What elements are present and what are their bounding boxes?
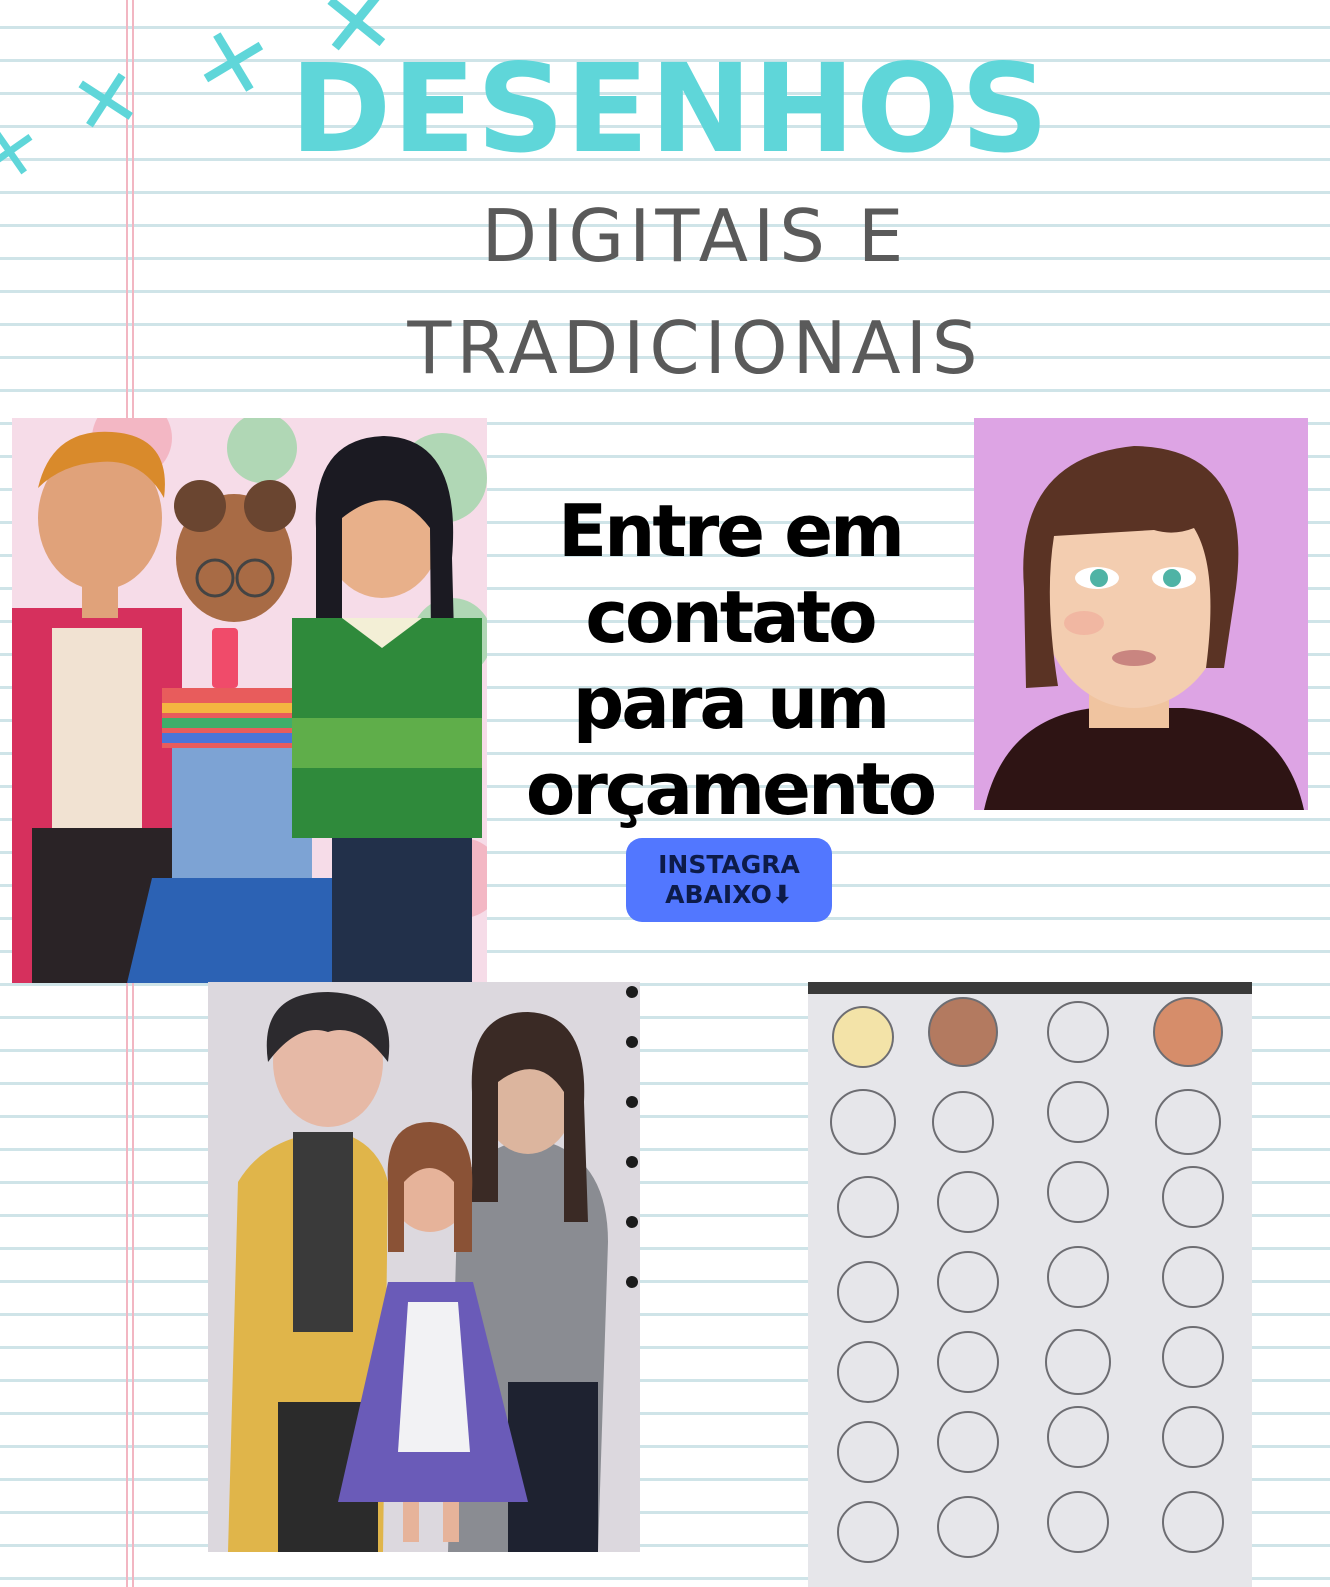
- contact-text: Entre em contato para um orçamento: [525, 489, 937, 831]
- subtitle-line-1: DIGITAIS E: [481, 194, 909, 278]
- instagram-button-label-2: ABAIXO⬇: [665, 880, 793, 909]
- artwork-face-sketches: [808, 982, 1252, 1587]
- artwork-group-digital: [12, 418, 487, 983]
- artwork-portrait-digital: [974, 418, 1308, 810]
- instagram-button-label-1: INSTAGRA: [658, 850, 800, 879]
- page-title: DESENHOS: [290, 38, 1050, 180]
- artwork-family-traditional: [208, 982, 640, 1552]
- subtitle-line-2: TRADICIONAIS: [407, 306, 983, 390]
- cross-icon: ✕: [62, 48, 150, 157]
- cross-icon: ✕: [0, 107, 46, 199]
- cross-icon: ✕: [184, 4, 282, 123]
- instagram-button[interactable]: INSTAGRA ABAIXO⬇: [626, 838, 832, 922]
